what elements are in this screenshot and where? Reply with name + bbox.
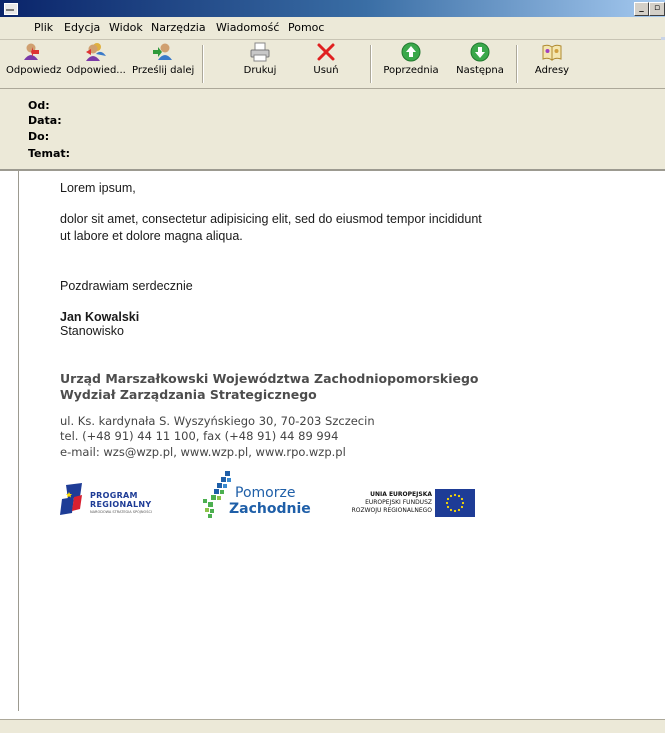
- pr-line3: NARODOWA STRATEGIA SPÓJNOŚCI: [90, 510, 152, 514]
- reply-button[interactable]: Odpowiedz: [6, 42, 62, 86]
- previous-label: Poprzednia: [383, 65, 439, 76]
- to-label: Do:: [28, 130, 50, 143]
- org-email: e-mail: wzs@wzp.pl, www.wzp.pl, www.rpo.…: [60, 445, 346, 459]
- program-regionalny-emblem-icon: [60, 483, 82, 515]
- menu-view[interactable]: Widok: [109, 21, 143, 34]
- maximize-button[interactable]: ▫: [649, 2, 665, 16]
- eu-logo: UNIA EUROPEJSKA EUROPEJSKI FUNDUSZ ROZWO…: [325, 489, 475, 521]
- forward-icon: [153, 43, 172, 60]
- address-book-icon: [542, 44, 562, 61]
- pz-line1: Pomorze: [235, 485, 296, 501]
- forward-label: Prześlij dalej: [132, 65, 195, 76]
- reply-all-icon: [86, 43, 106, 61]
- next-button[interactable]: Następna: [452, 42, 508, 86]
- menu-file[interactable]: Plik: [34, 21, 53, 34]
- minimize-button[interactable]: _: [634, 2, 649, 16]
- next-label: Następna: [456, 65, 504, 76]
- toolbar-separator: [516, 45, 518, 83]
- pr-line2: REGIONALNY: [90, 500, 152, 509]
- sender-name: Jan Kowalski: [60, 310, 140, 324]
- print-button[interactable]: Drukuj: [240, 42, 280, 86]
- addresses-button[interactable]: Adresy: [532, 42, 572, 86]
- reply-icon: [24, 43, 39, 60]
- org-name: Urząd Marszałkowski Województwa Zachodni…: [60, 371, 479, 386]
- menu-help[interactable]: Pomoc: [288, 21, 324, 34]
- org-department: Wydział Zarządzania Strategicznego: [60, 387, 317, 402]
- print-label: Drukuj: [243, 65, 277, 76]
- menu-message[interactable]: Wiadomość: [216, 21, 279, 34]
- org-address: ul. Ks. kardynała S. Wyszyńskiego 30, 70…: [60, 414, 375, 428]
- delete-button[interactable]: Usuń: [308, 42, 344, 86]
- pomorze-zachodnie-logo: Pomorze Zachodnie: [197, 469, 311, 521]
- mail-window-icon: [4, 3, 18, 15]
- previous-button[interactable]: Poprzednia: [381, 42, 441, 86]
- arrow-up-icon: [401, 42, 421, 62]
- reply-all-button[interactable]: Odpowied...: [63, 42, 129, 86]
- title-bar: _ ▫: [0, 0, 665, 17]
- closing-text: Pozdrawiam serdecznie: [60, 279, 193, 293]
- menu-bar: Plik Edycja Widok Narzędzia Wiadomość Po…: [0, 17, 665, 57]
- printer-icon: [250, 42, 270, 62]
- pr-line1: PROGRAM: [90, 491, 138, 500]
- reply-label: Odpowiedz: [6, 65, 62, 76]
- ue-line3: ROZWOJU REGIONALNEGO: [351, 507, 432, 514]
- ue-line1: UNIA EUROPEJSKA: [370, 491, 432, 498]
- eu-flag-icon: [435, 489, 475, 517]
- greeting-text: Lorem ipsum,: [60, 181, 136, 195]
- addresses-label: Adresy: [534, 65, 570, 76]
- date-label: Data:: [28, 114, 62, 127]
- org-phone: tel. (+48 91) 44 11 100, fax (+48 91) 44…: [60, 429, 339, 443]
- delete-x-icon: [317, 43, 335, 61]
- from-label: Od:: [28, 99, 50, 112]
- subject-label: Temat:: [28, 147, 71, 160]
- toolbar-separator: [370, 45, 372, 83]
- toolbar-separator: [202, 45, 204, 83]
- menu-tools[interactable]: Narzędzia: [151, 21, 206, 34]
- message-body[interactable]: Lorem ipsum, dolor sit amet, consectetur…: [18, 171, 665, 711]
- pz-line2: Zachodnie: [229, 501, 311, 517]
- menu-edit[interactable]: Edycja: [64, 21, 100, 34]
- program-regionalny-logo: PROGRAM REGIONALNY NARODOWA STRATEGIA SP…: [60, 483, 180, 519]
- delete-label: Usuń: [313, 65, 339, 76]
- message-header-pane: Od: Data: Do: Temat:: [0, 89, 665, 171]
- sender-position: Stanowisko: [60, 324, 124, 338]
- arrow-down-icon: [470, 42, 490, 62]
- body-line-1: dolor sit amet, consectetur adipisicing …: [60, 212, 482, 226]
- toolbar: Odpowiedz Odpowied... Prześlij dalej Dru…: [0, 40, 665, 89]
- status-bar: [0, 719, 665, 733]
- body-line-2: ut labore et dolore magna aliqua.: [60, 229, 243, 243]
- ue-line2: EUROPEJSKI FUNDUSZ: [365, 499, 432, 506]
- forward-button[interactable]: Prześlij dalej: [132, 42, 194, 86]
- reply-all-label: Odpowied...: [66, 65, 126, 76]
